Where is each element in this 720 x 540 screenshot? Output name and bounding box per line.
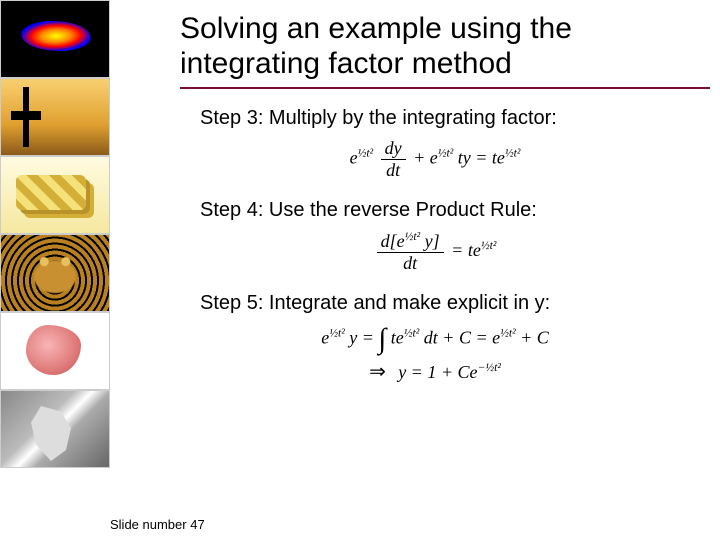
equation-5: e½t² y = ∫ te½t² dt + C = e½t² + C ⇒ y =… bbox=[180, 323, 690, 384]
slide-footer: Slide number 47 bbox=[110, 517, 205, 532]
sidebar-thumbnails bbox=[0, 0, 110, 540]
pumpjack-thumb bbox=[0, 78, 110, 156]
gold-thumb bbox=[0, 156, 110, 234]
equation-4: d[e½t² y] dt = te½t² bbox=[180, 230, 690, 274]
leopard-thumb bbox=[0, 234, 110, 312]
slide-content: Solving an example using the integrating… bbox=[120, 0, 710, 540]
step-5-label: Step 5: Integrate and make explicit in y… bbox=[200, 292, 690, 315]
satellite-thumb bbox=[0, 390, 110, 468]
slide-title: Solving an example using the integrating… bbox=[180, 12, 690, 81]
step-4-label: Step 4: Use the reverse Product Rule: bbox=[200, 199, 690, 222]
equation-3: e½t² dydt + e½t² ty = te½t² bbox=[180, 138, 690, 181]
title-underline bbox=[180, 87, 710, 89]
liver-thumb bbox=[0, 312, 110, 390]
sim-thumb bbox=[0, 0, 110, 78]
step-3-label: Step 3: Multiply by the integrating fact… bbox=[200, 107, 690, 130]
